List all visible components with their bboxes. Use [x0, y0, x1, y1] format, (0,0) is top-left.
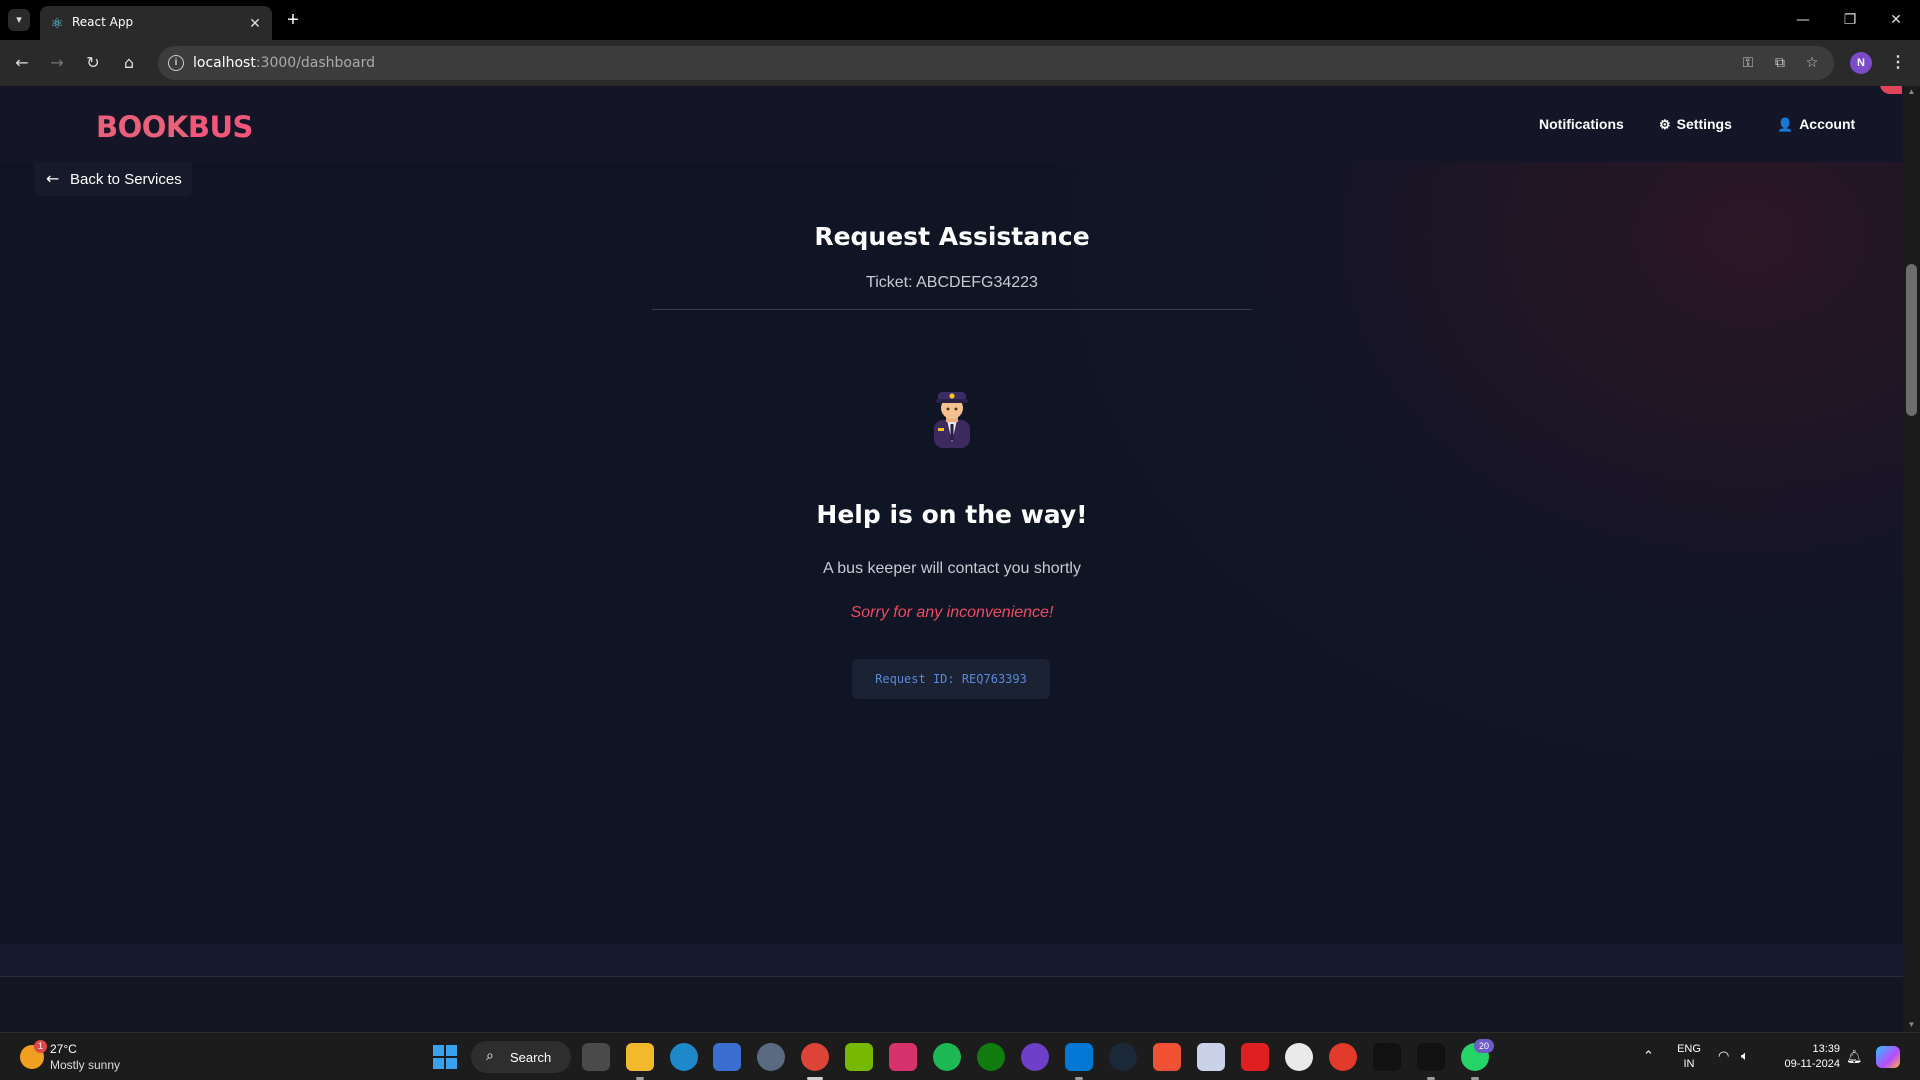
page-viewport: BOOKBUS Notifications ⚙ Settings 👤 Account… — [0, 86, 1920, 1032]
epic-icon[interactable] — [1373, 1043, 1401, 1071]
restore-icon[interactable]: ❐ — [1835, 8, 1865, 32]
react-icon: ⚛ — [50, 15, 64, 31]
scroll-thumb[interactable] — [1906, 264, 1917, 416]
git-icon[interactable] — [1153, 1043, 1181, 1071]
profile-avatar[interactable]: N — [1850, 52, 1872, 74]
instagram-icon[interactable] — [889, 1043, 917, 1071]
task-view-icon[interactable] — [582, 1043, 610, 1071]
weather-temperature[interactable]: 27°C — [50, 1042, 77, 1056]
spotify-icon[interactable] — [933, 1043, 961, 1071]
app-navbar: BOOKBUS Notifications ⚙ Settings 👤 Account — [0, 86, 1903, 162]
forward-icon[interactable]: → — [46, 52, 68, 74]
chevron-up-icon[interactable]: ⌃ — [1643, 1049, 1654, 1064]
tab-title: React App — [72, 15, 134, 29]
search-icon: ⌕ — [486, 1048, 494, 1064]
more-menu-icon[interactable]: ⋮ — [1890, 52, 1906, 74]
site-info-icon[interactable]: i — [168, 55, 184, 71]
weather-badge: 1 — [34, 1040, 47, 1053]
whatsapp-badge: 20 — [1474, 1039, 1494, 1053]
clock-app-icon[interactable] — [1285, 1043, 1313, 1071]
settings-app-icon[interactable] — [757, 1043, 785, 1071]
browser-tab[interactable]: ⚛ React App ✕ — [40, 6, 272, 40]
browser-toolbar: ← → ↻ ⌂ i localhost:3000/dashboard ⚿ ⧉ ☆… — [0, 40, 1920, 86]
page-scrollbar[interactable]: ▲ ▼ — [1903, 86, 1920, 1032]
nav-notifications[interactable]: Notifications — [1539, 116, 1624, 132]
scroll-down-icon[interactable]: ▼ — [1907, 1021, 1916, 1029]
language-indicator[interactable]: ENG IN — [1674, 1042, 1704, 1072]
notification-bell-icon[interactable]: 🔔︎ — [1846, 1049, 1863, 1065]
back-to-services-button[interactable]: ← Back to Services — [34, 162, 192, 196]
request-id-badge: Request ID: REQ763393 — [852, 659, 1050, 699]
home-icon[interactable]: ⌂ — [118, 52, 140, 74]
close-tab-icon[interactable]: ✕ — [246, 14, 264, 32]
bookmark-star-icon[interactable]: ☆ — [1802, 54, 1822, 72]
edge-icon[interactable] — [670, 1043, 698, 1071]
nav-account[interactable]: 👤 Account — [1777, 116, 1855, 133]
page-footer — [0, 976, 1903, 1032]
arrow-left-icon: ← — [46, 169, 60, 188]
vscode-icon[interactable] — [1065, 1043, 1093, 1071]
user-icon: 👤 — [1777, 117, 1794, 132]
close-window-icon[interactable]: ✕ — [1881, 8, 1911, 32]
file-explorer-icon[interactable] — [626, 1043, 654, 1071]
ticket-number: Ticket: ABCDEFG34223 — [866, 274, 1038, 291]
wifi-icon[interactable]: ◠ — [1718, 1049, 1729, 1064]
ea-icon[interactable] — [1329, 1043, 1357, 1071]
paint-icon[interactable] — [1197, 1043, 1225, 1071]
copilot-icon[interactable] — [1876, 1046, 1900, 1068]
police-officer-icon — [934, 392, 970, 448]
new-tab-icon[interactable]: + — [282, 9, 304, 31]
url-text[interactable]: localhost:3000/dashboard — [193, 55, 375, 71]
youtube-icon[interactable] — [1241, 1043, 1269, 1071]
corner-badge — [1880, 86, 1902, 94]
epic-games-icon[interactable] — [1417, 1043, 1445, 1071]
page-title: Request Assistance — [814, 222, 1090, 251]
reload-icon[interactable]: ↻ — [82, 52, 104, 74]
help-title: Help is on the way! — [816, 500, 1088, 529]
chrome-icon[interactable] — [801, 1043, 829, 1071]
nav-settings[interactable]: ⚙ Settings — [1659, 116, 1732, 133]
nvidia-icon[interactable] — [845, 1043, 873, 1071]
store-icon[interactable] — [713, 1043, 741, 1071]
weather-description[interactable]: Mostly sunny — [50, 1058, 120, 1072]
xbox-icon[interactable] — [977, 1043, 1005, 1071]
clock[interactable]: 13:39 09-11-2024 — [1770, 1042, 1840, 1072]
minimize-icon[interactable]: — — [1788, 8, 1818, 32]
divider — [652, 309, 1252, 310]
scroll-up-icon[interactable]: ▲ — [1907, 88, 1916, 96]
browser-tab-bar: ▾ ⚛ React App ✕ + — ❐ ✕ — [0, 0, 1920, 40]
footer-band — [0, 944, 1903, 980]
back-icon[interactable]: ← — [11, 52, 33, 74]
taskbar-search[interactable]: ⌕ Search — [471, 1041, 571, 1073]
start-windows-icon[interactable] — [433, 1045, 457, 1069]
github-icon[interactable] — [1021, 1043, 1049, 1071]
tab-search-icon[interactable]: ▾ — [8, 9, 30, 31]
brand-logo[interactable]: BOOKBUS — [96, 110, 253, 144]
gear-icon: ⚙ — [1659, 117, 1671, 132]
password-key-icon[interactable]: ⚿ — [1738, 54, 1758, 72]
apology-text: Sorry for any inconvenience! — [850, 604, 1054, 621]
help-subtitle: A bus keeper will contact you shortly — [823, 560, 1081, 577]
address-bar[interactable]: i localhost:3000/dashboard ⚿ ⧉ ☆ — [158, 46, 1834, 80]
install-app-icon[interactable]: ⧉ — [1770, 54, 1790, 72]
windows-taskbar: 1 27°C Mostly sunny ⌕ Search 20 ⌃ ENG IN … — [0, 1032, 1920, 1080]
steam-icon[interactable] — [1109, 1043, 1137, 1071]
volume-icon[interactable]: 🔈︎ — [1741, 1049, 1749, 1064]
